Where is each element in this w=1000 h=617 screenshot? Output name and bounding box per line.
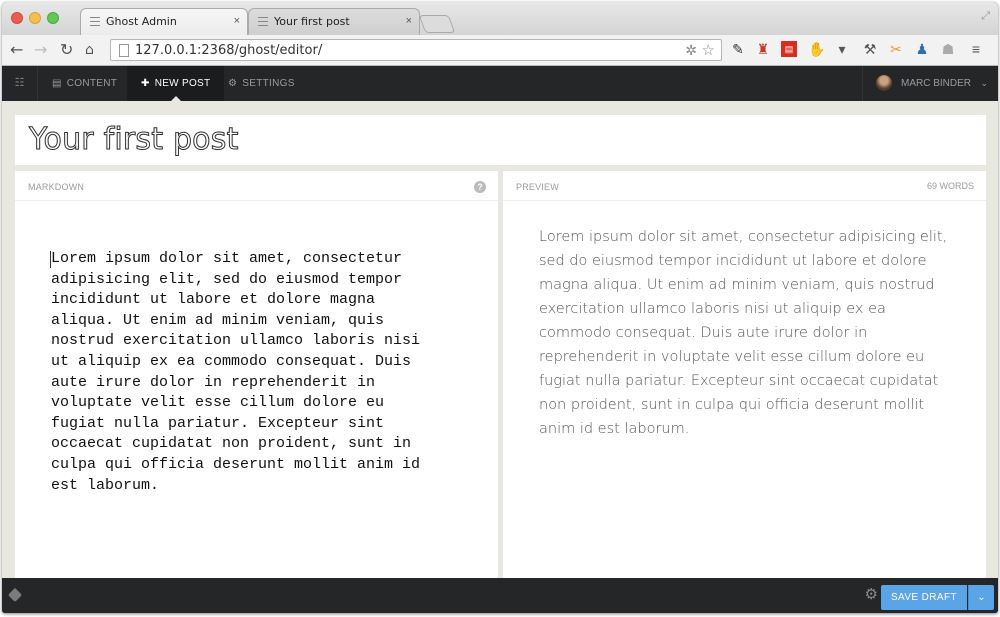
post-title-input[interactable]: Your first post <box>29 122 239 158</box>
preview-header: Preview 69 words <box>503 171 986 201</box>
url-text: 127.0.0.1:2368/ghost/editor/ <box>135 43 323 58</box>
chevron-down-icon: ⌄ <box>980 78 988 88</box>
menu-icon[interactable]: ≡ <box>968 41 984 57</box>
avatar <box>876 75 892 91</box>
nav-content-label: Content <box>66 78 118 89</box>
pocket-icon[interactable]: ▾ <box>834 41 850 57</box>
tag-icon[interactable] <box>7 587 23 603</box>
browser-toolbar: ← → ↻ ⌂ 127.0.0.1:2368/ghost/editor/ ✲ ☆… <box>2 35 998 66</box>
eyedropper-icon[interactable]: ✎ <box>730 41 746 57</box>
nav-content[interactable]: ▤ Content <box>52 66 117 101</box>
preview-pane: Preview 69 words Lorem ipsum dolor sit a… <box>503 171 986 578</box>
help-icon[interactable]: ? <box>474 181 486 193</box>
hand-icon[interactable]: ✋ <box>808 41 825 57</box>
save-options-chevron-icon[interactable]: ⌄ <box>968 585 994 610</box>
markdown-header: Markdown ? <box>15 171 498 201</box>
save-draft-button[interactable]: Save Draft <box>880 585 967 610</box>
ghost-favicon-icon <box>90 17 100 26</box>
post-settings-gear-icon[interactable]: ⚙ <box>865 586 878 604</box>
plus-icon: ✚ <box>141 78 150 89</box>
menu-toggle-icon[interactable]: ☷ <box>2 66 38 101</box>
new-tab-button[interactable] <box>418 15 456 33</box>
address-bar[interactable]: 127.0.0.1:2368/ghost/editor/ ✲ ☆ <box>110 39 722 61</box>
extension-red-icon[interactable]: ▤ <box>781 41 797 57</box>
user-name: Marc Binder <box>901 78 972 89</box>
scissors-icon[interactable]: ✂ <box>888 41 904 57</box>
tab-close-icon[interactable]: × <box>234 8 240 35</box>
home-icon[interactable]: ⌂ <box>85 40 94 60</box>
preview-content: Lorem ipsum dolor sit amet, consectetur … <box>539 229 948 437</box>
markdown-pane: Markdown ? Lorem ipsum dolor sit amet, c… <box>15 171 498 578</box>
tab-ghost-admin[interactable]: Ghost Admin × <box>80 8 248 35</box>
preview-label: Preview <box>516 182 559 192</box>
tab-title: Your first post <box>274 15 350 28</box>
content-icon: ▤ <box>52 78 62 89</box>
nav-new-post[interactable]: ✚ New Post <box>127 66 225 101</box>
android-icon[interactable]: ☗ <box>940 41 956 57</box>
browser-window: Ghost Admin × Your first post × ⤢ ← → ↻ … <box>2 2 998 613</box>
tab-strip: Ghost Admin × Your first post × ⤢ <box>2 2 998 35</box>
nav-new-post-label: New Post <box>154 78 211 89</box>
reload-icon[interactable]: ↻ <box>60 40 73 60</box>
title-bar: Your first post <box>15 115 986 165</box>
minimize-window-button[interactable] <box>29 12 41 24</box>
wrench-icon[interactable]: ⚒ <box>862 41 878 57</box>
ghost-navbar: ☷ ▤ Content ✚ New Post ⚙ Settings Marc Bind… <box>2 66 998 101</box>
editor-footer: ⚙ Save Draft ⌄ <box>2 578 998 613</box>
close-window-button[interactable] <box>11 12 23 24</box>
page-icon <box>119 44 129 57</box>
word-count: 69 words <box>926 181 974 191</box>
ghost-favicon-icon <box>258 17 268 26</box>
markdown-editor[interactable]: Lorem ipsum dolor sit amet, consectetur … <box>51 249 471 496</box>
forward-arrow-icon[interactable]: → <box>34 40 47 60</box>
user-menu[interactable]: Marc Binder ⌄ <box>862 66 998 101</box>
nav-settings-label: Settings <box>242 78 295 89</box>
tab-close-icon[interactable]: × <box>406 8 412 35</box>
tab-title: Ghost Admin <box>106 15 177 28</box>
tab-your-first-post[interactable]: Your first post × <box>248 8 420 35</box>
bookmark-star-icon[interactable]: ☆ <box>702 41 715 59</box>
markdown-label: Markdown <box>28 182 85 192</box>
back-arrow-icon[interactable]: ← <box>10 40 23 60</box>
gear-icon: ⚙ <box>228 78 238 89</box>
editor-area: Your first post Markdown ? Lorem ipsum d… <box>2 101 998 578</box>
fullscreen-icon[interactable]: ⤢ <box>981 10 990 23</box>
person-icon[interactable]: ♟ <box>914 41 930 57</box>
sofa-icon[interactable]: ♜ <box>755 41 771 57</box>
nav-settings[interactable]: ⚙ Settings <box>228 66 295 101</box>
zoom-window-button[interactable] <box>47 12 59 24</box>
extension-badge-icon[interactable]: ✲ <box>685 42 697 59</box>
